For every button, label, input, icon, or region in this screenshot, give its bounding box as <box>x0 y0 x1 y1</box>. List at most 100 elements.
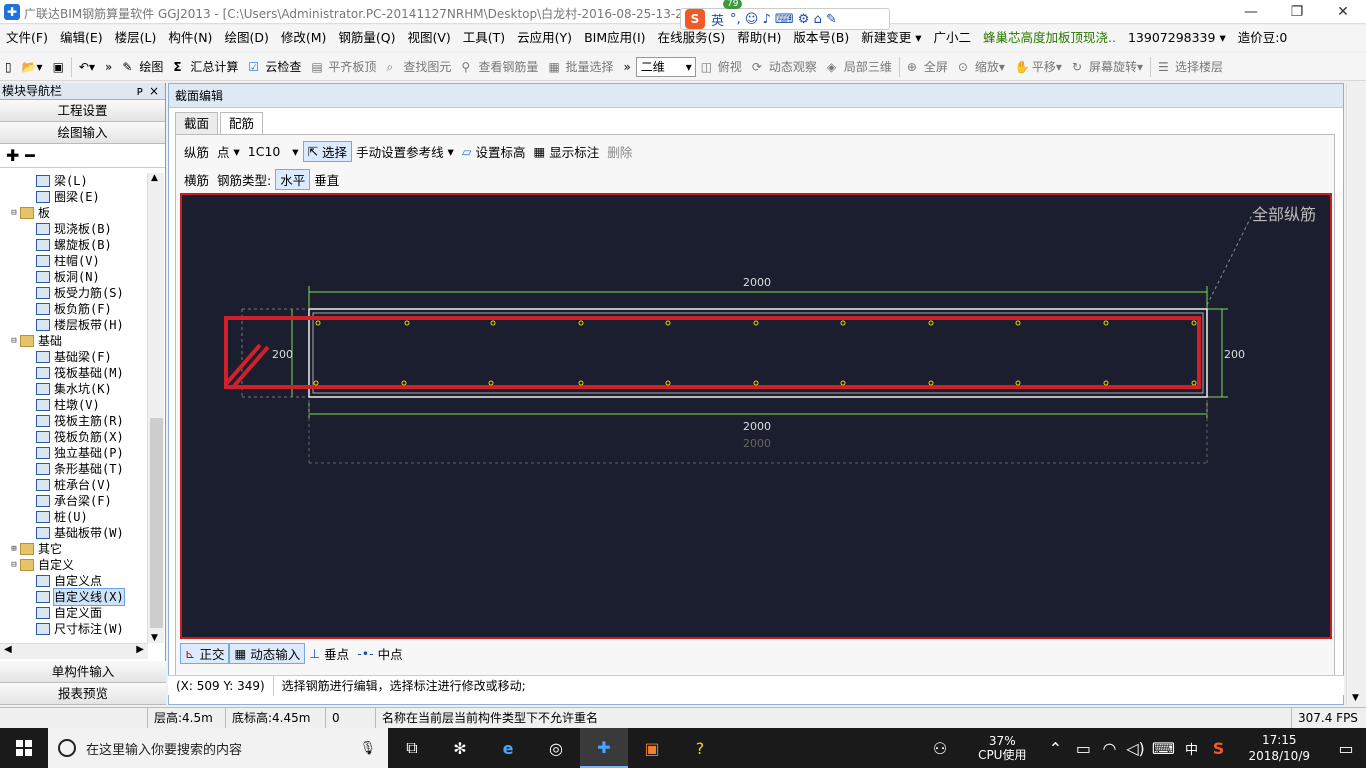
menu-item-9[interactable]: 云应用(Y) <box>511 25 578 51</box>
rotate-screen-button[interactable]: ↻ 屏幕旋转 ▾ <box>1067 55 1148 79</box>
draw-button[interactable]: ✎ 绘图 <box>117 55 168 79</box>
tree-node[interactable]: 柱帽(V) <box>0 253 148 269</box>
tree-node[interactable]: 筏板负筋(X) <box>0 429 148 445</box>
save-icon[interactable]: ▣ <box>48 55 69 79</box>
scroll-down-icon-right[interactable]: ▼ <box>1352 693 1359 703</box>
tree-node[interactable]: 筏板基础(M) <box>0 365 148 381</box>
people-icon[interactable]: ⚇ <box>916 728 964 768</box>
tree-node[interactable]: 自定义点 <box>0 573 148 589</box>
wifi-icon[interactable]: ◠ <box>1096 728 1122 768</box>
pin-icon[interactable]: ᴘ <box>137 83 143 100</box>
scroll-left-icon[interactable]: ◀ <box>4 644 12 655</box>
open-folder-icon[interactable]: 📂▾ <box>17 55 48 79</box>
tree-node[interactable]: ⊟ 自定义 <box>0 557 148 573</box>
volume-icon[interactable]: ◁) <box>1122 728 1148 768</box>
tree-node[interactable]: 板洞(N) <box>0 269 148 285</box>
notifications-icon[interactable]: ▭ <box>1326 728 1366 768</box>
tree-node[interactable]: 尺寸标注(W) <box>0 621 148 637</box>
cloud-check-button[interactable]: ☑ 云检查 <box>243 55 306 79</box>
menu-item-1[interactable]: 编辑(E) <box>54 25 109 51</box>
tree-node[interactable]: 柱墩(V) <box>0 397 148 413</box>
tab-section[interactable]: 截面 <box>175 112 219 134</box>
taskbar-search[interactable]: 在这里输入你要搜索的内容 🎙 <box>48 728 388 768</box>
menu-item-17[interactable]: 13907298339 ▾ <box>1122 25 1232 51</box>
microphone-icon[interactable]: 🎙 <box>359 741 376 756</box>
nav-project-settings[interactable]: 工程设置 <box>0 100 165 122</box>
right-scrollbar[interactable]: ▼ <box>1346 83 1366 705</box>
menu-item-0[interactable]: 文件(F) <box>0 25 54 51</box>
scroll-thumb[interactable] <box>150 418 163 628</box>
tree-hscrollbar[interactable]: ◀ ▶ <box>0 643 148 659</box>
select-floor-button[interactable]: ☰ 选择楼层 <box>1153 55 1228 79</box>
tree-toggle-icon[interactable]: ⊟ <box>8 205 20 221</box>
new-file-icon[interactable]: ▯ <box>0 55 17 79</box>
close-button[interactable]: ✕ <box>1320 0 1366 24</box>
select-tool-button[interactable]: ⇱ 选择 <box>302 140 353 162</box>
tree-node[interactable]: 板受力筋(S) <box>0 285 148 301</box>
tree-node[interactable]: 集水坑(K) <box>0 381 148 397</box>
scroll-right-icon[interactable]: ▶ <box>136 644 144 655</box>
zoom-button[interactable]: ⊙ 缩放 ▾ <box>953 55 1010 79</box>
section-drawing[interactable]: 全部纵筋 2000 2000 2000 200 200 <box>182 195 1330 637</box>
nav-drawing-input[interactable]: 绘图输入 <box>0 122 165 144</box>
tree-node[interactable]: 楼层板带(H) <box>0 317 148 333</box>
menu-item-5[interactable]: 修改(M) <box>275 25 333 51</box>
section-canvas[interactable]: 全部纵筋 2000 2000 2000 200 200 <box>180 193 1332 639</box>
tree-expand-collapse[interactable]: ✚ ━ <box>0 144 165 168</box>
rebar-spec-select[interactable]: 1C10 ▾ <box>244 144 303 159</box>
tree-node[interactable]: ⊟ 基础 <box>0 333 148 349</box>
battery-icon[interactable]: ▭ <box>1070 728 1096 768</box>
menu-item-15[interactable]: 广小二 <box>928 25 978 51</box>
tree-node[interactable]: 现浇板(B) <box>0 221 148 237</box>
scroll-down-icon[interactable]: ▼ <box>151 633 158 643</box>
tree-node[interactable]: 自定义线(X) <box>0 588 148 606</box>
tab-reinforcement[interactable]: 配筋 <box>220 112 264 134</box>
windows-start-icon[interactable] <box>0 728 48 768</box>
menu-item-16[interactable]: 蜂巢芯高度加板顶现浇.. <box>977 25 1122 51</box>
horizontal-button[interactable]: 水平 <box>275 168 311 190</box>
minimize-button[interactable]: — <box>1228 0 1274 24</box>
menu-item-3[interactable]: 构件(N) <box>162 25 218 51</box>
tree-node[interactable]: 基础梁(F) <box>0 349 148 365</box>
batch-select-button[interactable]: ▦ 批量选择 <box>543 55 618 79</box>
ime-indicator[interactable]: 中 <box>1178 728 1204 768</box>
tree-node[interactable]: 筏板主筋(R) <box>0 413 148 429</box>
tree-node[interactable]: 自定义面 <box>0 605 148 621</box>
menu-item-6[interactable]: 钢筋量(Q) <box>332 25 401 51</box>
point-select[interactable]: 点 ▾ <box>213 142 244 161</box>
local-3d-button[interactable]: ◈ 局部三维 <box>822 55 897 79</box>
tree-node[interactable]: ⊟ 板 <box>0 205 148 221</box>
menu-item-8[interactable]: 工具(T) <box>457 25 511 51</box>
tree-node[interactable]: 承台梁(F) <box>0 493 148 509</box>
plan-view-button[interactable]: ◫ 俯视 <box>696 55 747 79</box>
tray-expand-icon[interactable]: ⌃ <box>1040 728 1070 768</box>
view-mode-select[interactable]: 二维 <box>635 56 696 77</box>
sum-button[interactable]: Σ 汇总计算 <box>168 55 243 79</box>
sogou-icon[interactable]: S <box>685 9 705 29</box>
cpu-usage[interactable]: 37% CPU使用 <box>964 734 1040 762</box>
tree-node[interactable]: 螺旋板(B) <box>0 237 148 253</box>
tree-node[interactable]: 圈梁(E) <box>0 189 148 205</box>
find-element-button[interactable]: ⌕ 查找图元 <box>381 55 456 79</box>
tree-node[interactable]: 基础板带(W) <box>0 525 148 541</box>
close-icon[interactable]: × <box>149 83 159 100</box>
nav-single-component[interactable]: 单构件输入 <box>0 661 166 683</box>
menu-item-10[interactable]: BIM应用(I) <box>578 25 652 51</box>
tree-node[interactable]: 独立基础(P) <box>0 445 148 461</box>
menu-item-7[interactable]: 视图(V) <box>401 25 456 51</box>
level-top-button[interactable]: ▤ 平齐板顶 <box>306 55 381 79</box>
toolbar-more-icon[interactable]: » <box>100 55 117 79</box>
menu-item-2[interactable]: 楼层(L) <box>109 25 163 51</box>
browser-icon[interactable]: ◎ <box>532 728 580 768</box>
keyboard-icon[interactable]: ⌨ <box>1148 728 1178 768</box>
vertical-button[interactable]: 垂直 <box>310 170 343 189</box>
undo-icon[interactable]: ↶▾ <box>74 55 100 79</box>
tree-toggle-icon[interactable]: ⊟ <box>8 333 20 349</box>
dynamic-input-button[interactable]: ▦ 动态输入 <box>229 642 306 664</box>
view-rebar-button[interactable]: ⚲ 查看钢筋量 <box>456 55 543 79</box>
fullscreen-button[interactable]: ⊕ 全屏 <box>902 55 953 79</box>
fan-app-icon[interactable]: ✻ <box>436 728 484 768</box>
tree-vscrollbar[interactable]: ▲ ▼ <box>147 173 164 643</box>
restore-button[interactable]: ❐ <box>1274 0 1320 24</box>
ime-symbols[interactable]: °, ☺ ♪ ⌨ ⚙ ⌂ ✎ <box>730 12 837 27</box>
